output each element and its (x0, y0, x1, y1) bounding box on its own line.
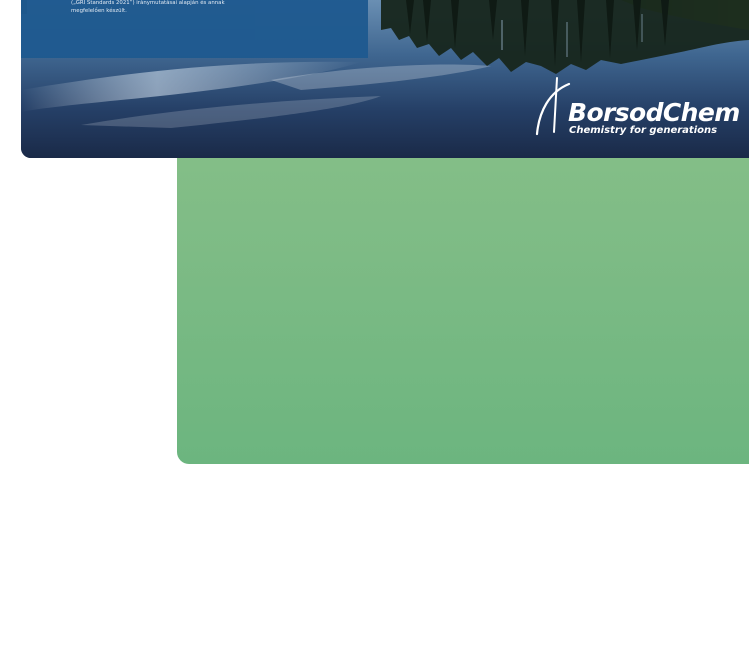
logo-arc-icon (535, 77, 571, 136)
report-text-line-1: („GRI Standards 2021”) iránymutatásai al… (71, 0, 225, 6)
hero-image: („GRI Standards 2021”) iránymutatásai al… (21, 0, 749, 158)
logo-tagline: Chemistry for generations (569, 125, 718, 136)
report-description: („GRI Standards 2021”) iránymutatásai al… (71, 0, 341, 15)
page: („GRI Standards 2021”) iránymutatásai al… (0, 0, 749, 649)
report-text-line-2: megfelelően készült. (71, 7, 127, 14)
borsodchem-logo: BorsodChem Chemistry for generations (533, 76, 740, 138)
logo-brand: BorsodChem (568, 98, 740, 127)
green-content-panel (177, 120, 749, 464)
report-text-box: („GRI Standards 2021”) iránymutatásai al… (21, 0, 368, 58)
